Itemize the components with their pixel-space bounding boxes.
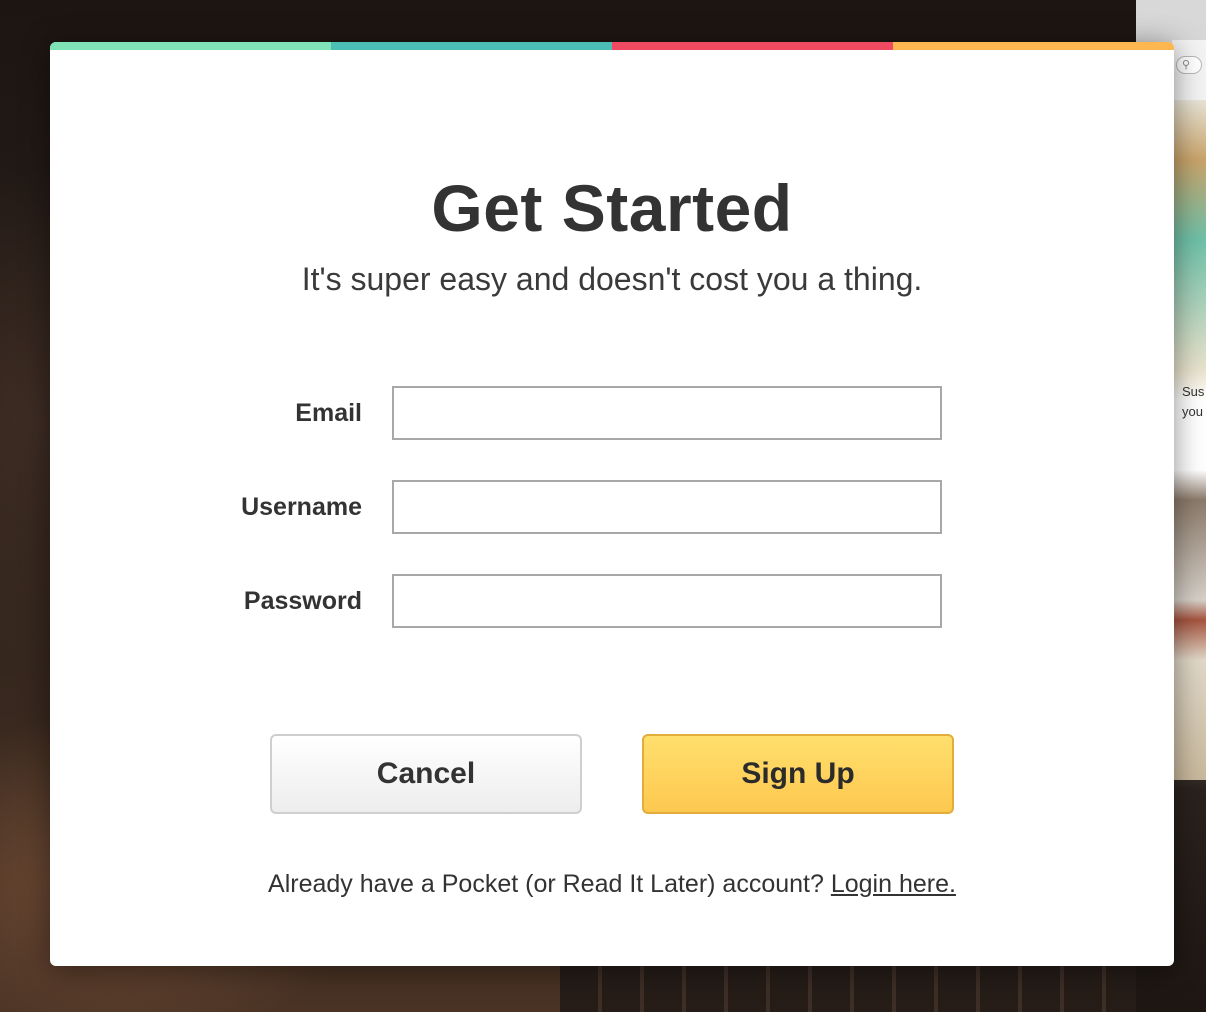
color-bar-segment (331, 42, 612, 50)
password-field[interactable] (392, 574, 942, 628)
username-field[interactable] (392, 480, 942, 534)
color-accent-bar (50, 42, 1174, 50)
cancel-button[interactable]: Cancel (270, 734, 582, 814)
email-field[interactable] (392, 386, 942, 440)
background-peek-line: you (1182, 404, 1203, 419)
login-prompt-text: Already have a Pocket (or Read It Later)… (268, 870, 824, 898)
color-bar-segment (50, 42, 331, 50)
password-label: Password (243, 587, 362, 615)
modal-subtitle: It's super easy and doesn't cost you a t… (301, 261, 923, 297)
background-keyboard (560, 960, 1206, 1012)
password-row: Password (50, 574, 1174, 628)
background-peek-line: Sus (1182, 384, 1205, 399)
email-row: Email (50, 386, 1174, 440)
color-bar-segment (893, 42, 1174, 50)
sign-up-button[interactable]: Sign Up (642, 734, 954, 814)
background-peek-text: Sus you (1182, 382, 1206, 422)
login-link[interactable]: Login here. (831, 870, 956, 898)
username-label: Username (241, 493, 362, 521)
login-prompt: Already have a Pocket (or Read It Later)… (50, 870, 1174, 899)
email-label: Email (295, 399, 362, 427)
search-icon: ⚲ (1176, 56, 1202, 74)
color-bar-segment (612, 42, 893, 50)
modal-title: Get Started (431, 171, 793, 245)
signup-modal: Get Started It's super easy and doesn't … (50, 42, 1174, 966)
username-row: Username (50, 480, 1174, 534)
